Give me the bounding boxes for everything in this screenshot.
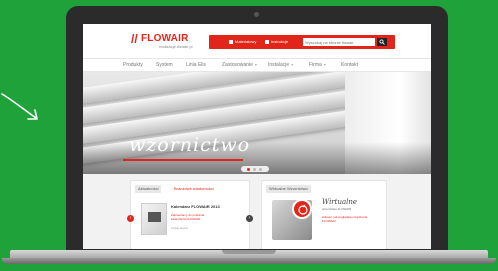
tab-industry-news[interactable]: Branżowe wiadomości	[171, 185, 217, 193]
book-icon	[265, 39, 269, 44]
nav-item-contact[interactable]: Kontakt	[341, 62, 358, 68]
nav-item-installations[interactable]: Instalacje ▾	[268, 62, 293, 68]
news-title[interactable]: Kalendarz FLOWAIR 2013	[171, 204, 220, 209]
slider-dot[interactable]	[253, 168, 256, 171]
search-icon	[379, 39, 385, 45]
tab-virtual-design[interactable]: Wirtualne Wzornictwo	[266, 185, 311, 193]
nav-item-company[interactable]: Firma ▾	[309, 62, 326, 68]
news-description: Zapraszamy do pobrania kalendarza FLOWAI…	[171, 213, 205, 221]
nav-item-system[interactable]: System	[156, 62, 173, 68]
materials-button[interactable]: Materiałowy	[229, 38, 256, 46]
nav-label-company: Firma	[309, 62, 322, 68]
search-button[interactable]	[377, 38, 387, 46]
laptop-lid: // FLOWAIR realizacje.flowair.pl Materia…	[66, 6, 448, 252]
nav-label-installations: Instalacje	[268, 62, 290, 68]
virtual-design-title[interactable]: Wirtualne	[322, 198, 357, 206]
virtual-design-subtitle: wzornictwo FLOWAIR	[322, 207, 352, 211]
nav-item-products[interactable]: Produkty	[123, 62, 143, 68]
top-action-bar: Materiałowy Instrukcje	[209, 35, 395, 49]
materials-button-label: Materiałowy	[235, 39, 257, 44]
virtual-design-panel: Wirtualne Wzornictwo Wirtualne wzornictw…	[261, 180, 387, 249]
hero-title: wzornictwo	[129, 134, 251, 156]
tab-news[interactable]: Aktualności	[135, 185, 162, 193]
prev-arrow-icon[interactable]: ‹	[127, 215, 134, 222]
logo-mark-icon: //	[131, 32, 138, 46]
device-screen-icon	[148, 212, 161, 222]
laptop-base	[0, 248, 498, 271]
instructions-button[interactable]: Instrukcje	[265, 38, 288, 46]
next-arrow-icon[interactable]: ›	[246, 215, 253, 222]
nav-item-applications[interactable]: Zastosowanie ▾	[222, 62, 257, 68]
chevron-down-icon: ▾	[323, 62, 326, 67]
news-panel: Aktualności Branżowe wiadomości Kalendar…	[127, 180, 253, 249]
hero-underline	[123, 159, 243, 161]
nav-item-elis-line[interactable]: Linia Elis	[186, 62, 206, 68]
play-badge[interactable]	[292, 199, 312, 219]
instructions-button-label: Instrukcje	[271, 39, 289, 44]
laptop-notch	[222, 250, 276, 254]
rotate-360-icon	[298, 204, 308, 215]
chevron-down-icon: ▾	[254, 62, 257, 67]
logo-tagline: realizacje.flowair.pl	[159, 44, 193, 49]
slider-dot[interactable]	[247, 168, 250, 171]
hero-slider[interactable]: wzornictwo	[83, 72, 431, 174]
nav-label-applications: Zastosowanie	[222, 62, 253, 68]
hand-drawn-arrow-icon	[1, 93, 38, 120]
read-more-link[interactable]: czytaj więcej	[171, 226, 188, 230]
document-icon	[229, 39, 233, 44]
search-input[interactable]	[303, 38, 375, 46]
laptop-screen: // FLOWAIR realizacje.flowair.pl Materia…	[83, 24, 431, 249]
calendar-thumbnail[interactable]	[141, 203, 167, 235]
webcam-icon	[254, 12, 259, 17]
site-header: // FLOWAIR realizacje.flowair.pl Materia…	[83, 24, 431, 58]
laptop-base-bottom	[2, 258, 496, 264]
slider-pagination	[241, 166, 269, 172]
chevron-down-icon: ▾	[291, 62, 294, 67]
virtual-design-description: Zobacz, jak wyglądają urządzenia FLOWAIR	[322, 215, 368, 223]
main-navigation: Produkty System Linia Elis Zastosowanie ▾…	[83, 58, 431, 72]
slider-dot[interactable]	[259, 168, 262, 171]
